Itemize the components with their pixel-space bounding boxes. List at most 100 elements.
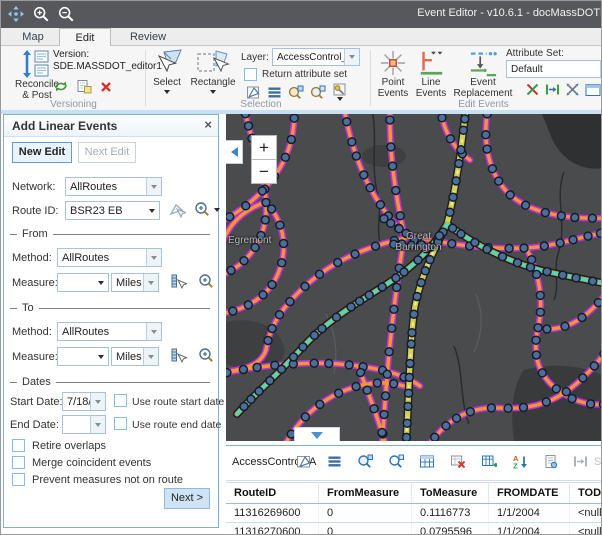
from-measure-dropdown-arrow[interactable] [93, 274, 108, 291]
route-zoom-button[interactable] [194, 201, 220, 218]
to-method-dropdown[interactable]: AllRoutes [57, 322, 162, 341]
to-measure-select-button[interactable] [170, 347, 187, 364]
edit-events-group-label: Edit Events [446, 99, 521, 110]
use-route-end-date-checkbox[interactable] [114, 417, 127, 430]
column-header[interactable]: FROMDATE [489, 483, 570, 504]
return-attribute-set-checkbox[interactable] [244, 68, 257, 81]
point-events-button[interactable]: Point Events [375, 49, 411, 99]
selection-options-button[interactable] [332, 83, 347, 101]
use-route-end-date-label: Use route end date [132, 419, 221, 431]
network-dropdown[interactable]: AllRoutes [65, 177, 162, 196]
table-attributes-button[interactable] [543, 454, 558, 469]
map-label-great-barrington: Great Barrington [386, 231, 451, 253]
event-window-button[interactable] [585, 83, 601, 97]
line-events-button[interactable]: Line Events [413, 49, 449, 99]
end-date-dropdown-arrow[interactable] [90, 416, 105, 433]
column-header[interactable]: RouteID [226, 483, 319, 504]
select-button[interactable]: Select [149, 49, 185, 94]
tab-review[interactable]: Review [113, 28, 183, 46]
next-button[interactable]: Next > [164, 488, 210, 509]
to-method-dropdown-arrow[interactable] [146, 323, 161, 340]
pan-to-selected-button[interactable] [310, 85, 326, 100]
from-method-dropdown[interactable]: AllRoutes [57, 248, 162, 267]
prevent-measures-checkbox[interactable] [12, 473, 25, 486]
to-zoom-icon [198, 347, 215, 364]
tab-edit[interactable]: Edit [59, 28, 111, 46]
refresh-version-button[interactable] [53, 79, 69, 94]
map-view[interactable]: Egremont Great Barrington + − [226, 114, 602, 441]
rectangle-button[interactable]: Rectangle [187, 49, 239, 94]
table-row[interactable]: 1131626960000.11167731/1/2004<null>N [226, 504, 602, 523]
delete-version-button[interactable] [99, 80, 113, 94]
split-event-button[interactable] [525, 82, 540, 97]
network-dropdown-arrow[interactable] [146, 178, 161, 195]
merge-events-button[interactable] [565, 82, 580, 97]
panel-header: Add Linear Events × [4, 115, 218, 137]
table-attributes-icon [543, 454, 558, 469]
tab-map[interactable]: Map [9, 28, 57, 46]
event-table: RouteIDFromMeasureToMeasureFROMDATETODAT… [226, 482, 602, 535]
select-dropdown-arrow[interactable] [164, 90, 170, 94]
attribute-set-dropdown[interactable]: Default [506, 60, 602, 78]
from-method-value: AllRoutes [58, 252, 146, 264]
to-section-divider: To [10, 302, 210, 314]
to-units-dropdown[interactable]: Miles [111, 347, 159, 366]
column-header[interactable]: FromMeasure [319, 483, 412, 504]
table-zoom-selected-button[interactable] [357, 454, 373, 469]
column-header[interactable]: TODATE [570, 483, 602, 504]
map-collapse-left-button[interactable] [226, 140, 243, 164]
zoom-out-tool-button[interactable] [57, 5, 75, 23]
to-units-dropdown-arrow[interactable] [143, 348, 158, 365]
new-version-button[interactable] [76, 79, 92, 94]
map-zoom-in-button[interactable]: + [251, 135, 277, 160]
from-measure-select-button[interactable] [170, 273, 187, 290]
zoom-to-selected-button[interactable] [288, 85, 304, 100]
to-zoom-button[interactable] [198, 347, 215, 364]
table-row[interactable]: 1131627060000.07955961/1/2004<null>N [226, 523, 602, 535]
from-measure-combobox[interactable] [57, 273, 109, 292]
table-clear-selection-button[interactable] [450, 454, 466, 469]
table-list-button[interactable] [327, 454, 342, 469]
select-route-on-map-button[interactable] [168, 201, 186, 219]
selection-list-button[interactable] [267, 85, 282, 100]
route-id-combobox[interactable]: BSR23 EB [65, 201, 160, 220]
rectangle-dropdown-arrow[interactable] [210, 90, 216, 94]
map-collapse-bottom-button[interactable] [294, 427, 340, 441]
start-date-dropdown[interactable]: 7/18/ [62, 392, 106, 411]
end-date-label: End Date: [10, 419, 59, 431]
table-add-rows-button[interactable] [481, 454, 497, 469]
merge-coincident-checkbox[interactable] [12, 456, 25, 469]
use-route-start-date-checkbox[interactable] [114, 394, 127, 407]
new-edit-button[interactable]: New Edit [12, 142, 72, 163]
to-measure-combobox[interactable] [57, 347, 109, 366]
end-date-dropdown[interactable] [62, 415, 106, 434]
merge-coincident-label: Merge coincident events [32, 457, 151, 469]
chevron-left-icon [231, 147, 238, 157]
from-units-dropdown[interactable]: Miles [111, 273, 159, 292]
table-sort-button[interactable]: AZ [512, 454, 528, 469]
column-header[interactable]: ToMeasure [412, 483, 489, 504]
start-date-dropdown-arrow[interactable] [90, 393, 105, 410]
table-calculate-button[interactable] [419, 454, 435, 469]
close-icon[interactable]: × [204, 117, 212, 132]
table-body: 1131626960000.11167731/1/2004<null>N1131… [226, 504, 602, 535]
select-features-button[interactable] [246, 85, 261, 100]
map-label-gb-line1: Great [386, 231, 451, 242]
retire-overlaps-checkbox[interactable] [12, 439, 25, 452]
from-method-dropdown-arrow[interactable] [146, 249, 161, 266]
from-units-dropdown-arrow[interactable] [143, 274, 158, 291]
to-section-label: To [22, 302, 34, 314]
table-select-button[interactable] [296, 454, 312, 469]
map-zoom-out-button[interactable]: − [251, 159, 277, 184]
zoom-in-tool-button[interactable] [32, 5, 50, 23]
chevron-down-icon [311, 432, 323, 439]
route-zoom-dropdown-arrow[interactable] [214, 208, 220, 212]
from-zoom-button[interactable] [198, 273, 215, 290]
table-pan-selected-button[interactable] [388, 454, 404, 469]
layer-dropdown-arrow[interactable] [344, 49, 359, 65]
measure-split-button[interactable] [545, 82, 560, 97]
pan-tool-button[interactable] [7, 5, 25, 23]
route-id-dropdown-arrow[interactable] [144, 202, 159, 219]
layer-dropdown[interactable]: AccessControl_A [272, 48, 360, 66]
to-measure-dropdown-arrow[interactable] [93, 348, 108, 365]
